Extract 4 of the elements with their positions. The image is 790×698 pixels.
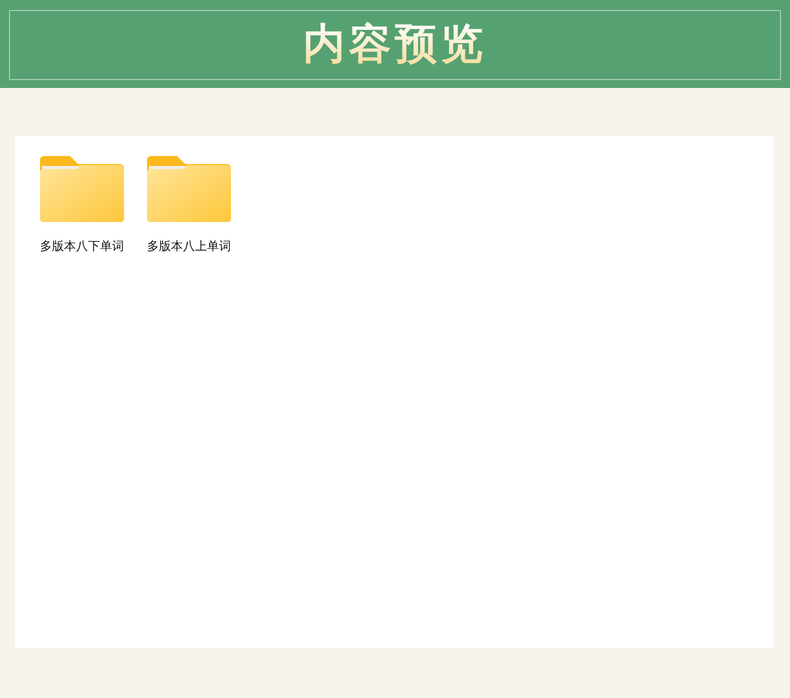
folder-name[interactable]: 多版本八下单词: [40, 238, 124, 255]
folder-icon[interactable]: [40, 156, 124, 222]
folder-name[interactable]: 多版本八上单词: [147, 238, 231, 255]
folder-icon[interactable]: [147, 156, 231, 222]
